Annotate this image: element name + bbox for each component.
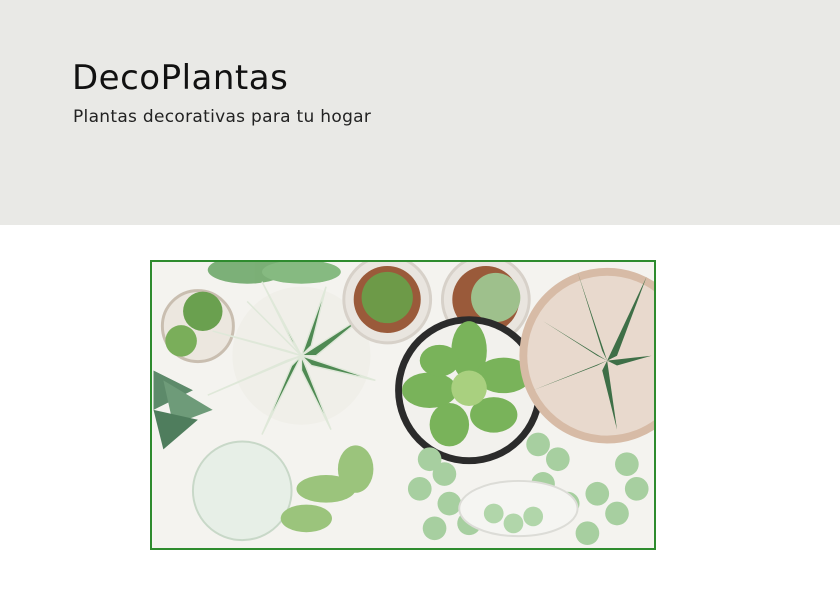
site-tagline: Plantas decorativas para tu hogar bbox=[73, 107, 372, 127]
hero-image bbox=[150, 260, 656, 550]
succulents-photo-icon bbox=[153, 262, 654, 548]
site-title[interactable]: DecoPlantas bbox=[72, 58, 288, 98]
site-header: DecoPlantas Plantas decorativas para tu … bbox=[0, 0, 840, 225]
